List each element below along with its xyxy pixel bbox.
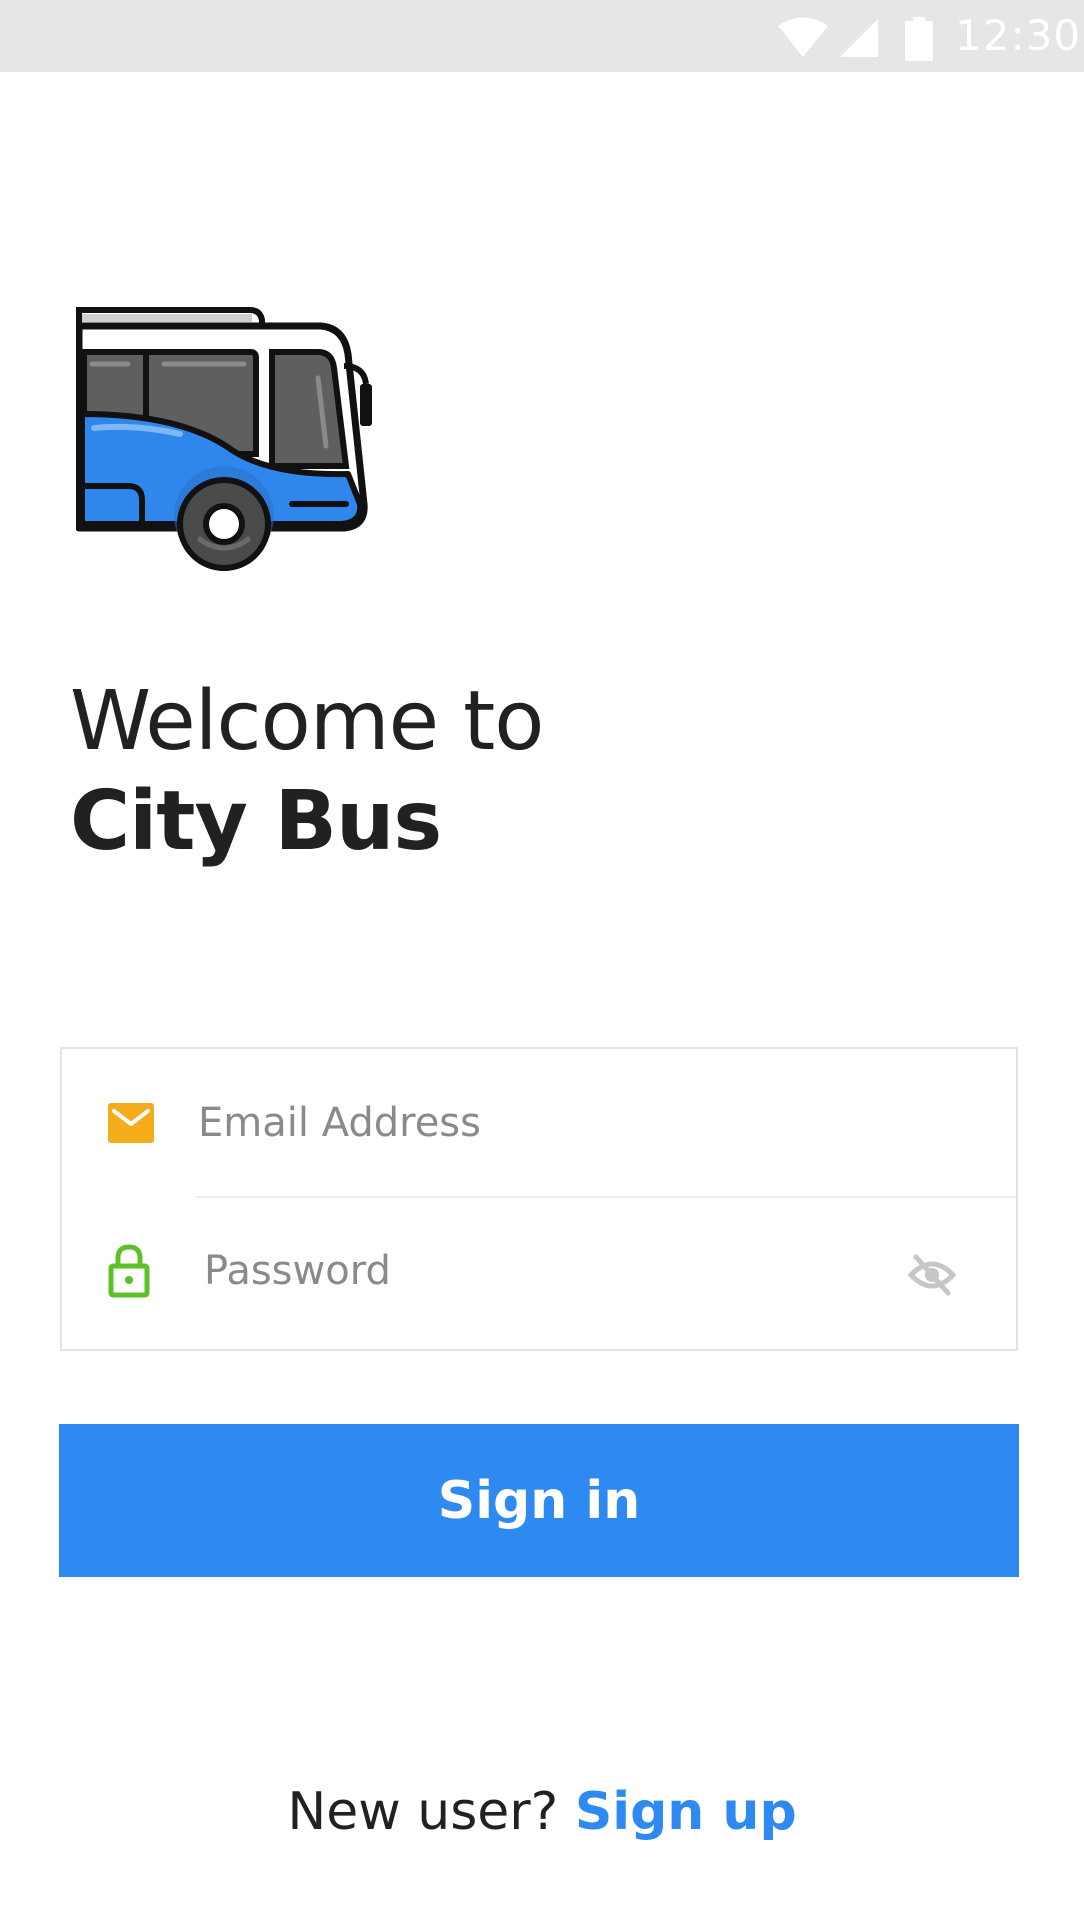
- password-field[interactable]: [204, 1241, 824, 1301]
- signup-prompt: New user? Sign up: [0, 1782, 1084, 1842]
- login-form: [60, 1047, 1018, 1351]
- welcome-heading: Welcome to City Bus: [70, 672, 970, 872]
- wifi-icon: [778, 17, 828, 57]
- sign-up-link[interactable]: Sign up: [575, 1782, 797, 1842]
- password-row: [62, 1197, 1016, 1345]
- status-bar: 12:30: [0, 0, 1084, 72]
- email-row: [62, 1049, 1016, 1197]
- battery-icon: [905, 17, 933, 61]
- new-user-text: New user?: [287, 1782, 559, 1842]
- app-name: City Bus: [70, 774, 442, 869]
- signal-icon: [840, 19, 878, 57]
- login-screen: 12:30 Welcome to City Bus Email Address …: [0, 0, 1084, 1920]
- mail-icon: [108, 1103, 154, 1143]
- sign-in-button[interactable]: Sign in: [59, 1424, 1019, 1577]
- status-time: 12:30: [955, 11, 1082, 60]
- bus-icon: [76, 307, 372, 571]
- email-field[interactable]: [198, 1093, 818, 1153]
- eye-off-icon[interactable]: [908, 1253, 956, 1297]
- lock-icon: [108, 1244, 150, 1298]
- welcome-text: Welcome to: [70, 674, 544, 769]
